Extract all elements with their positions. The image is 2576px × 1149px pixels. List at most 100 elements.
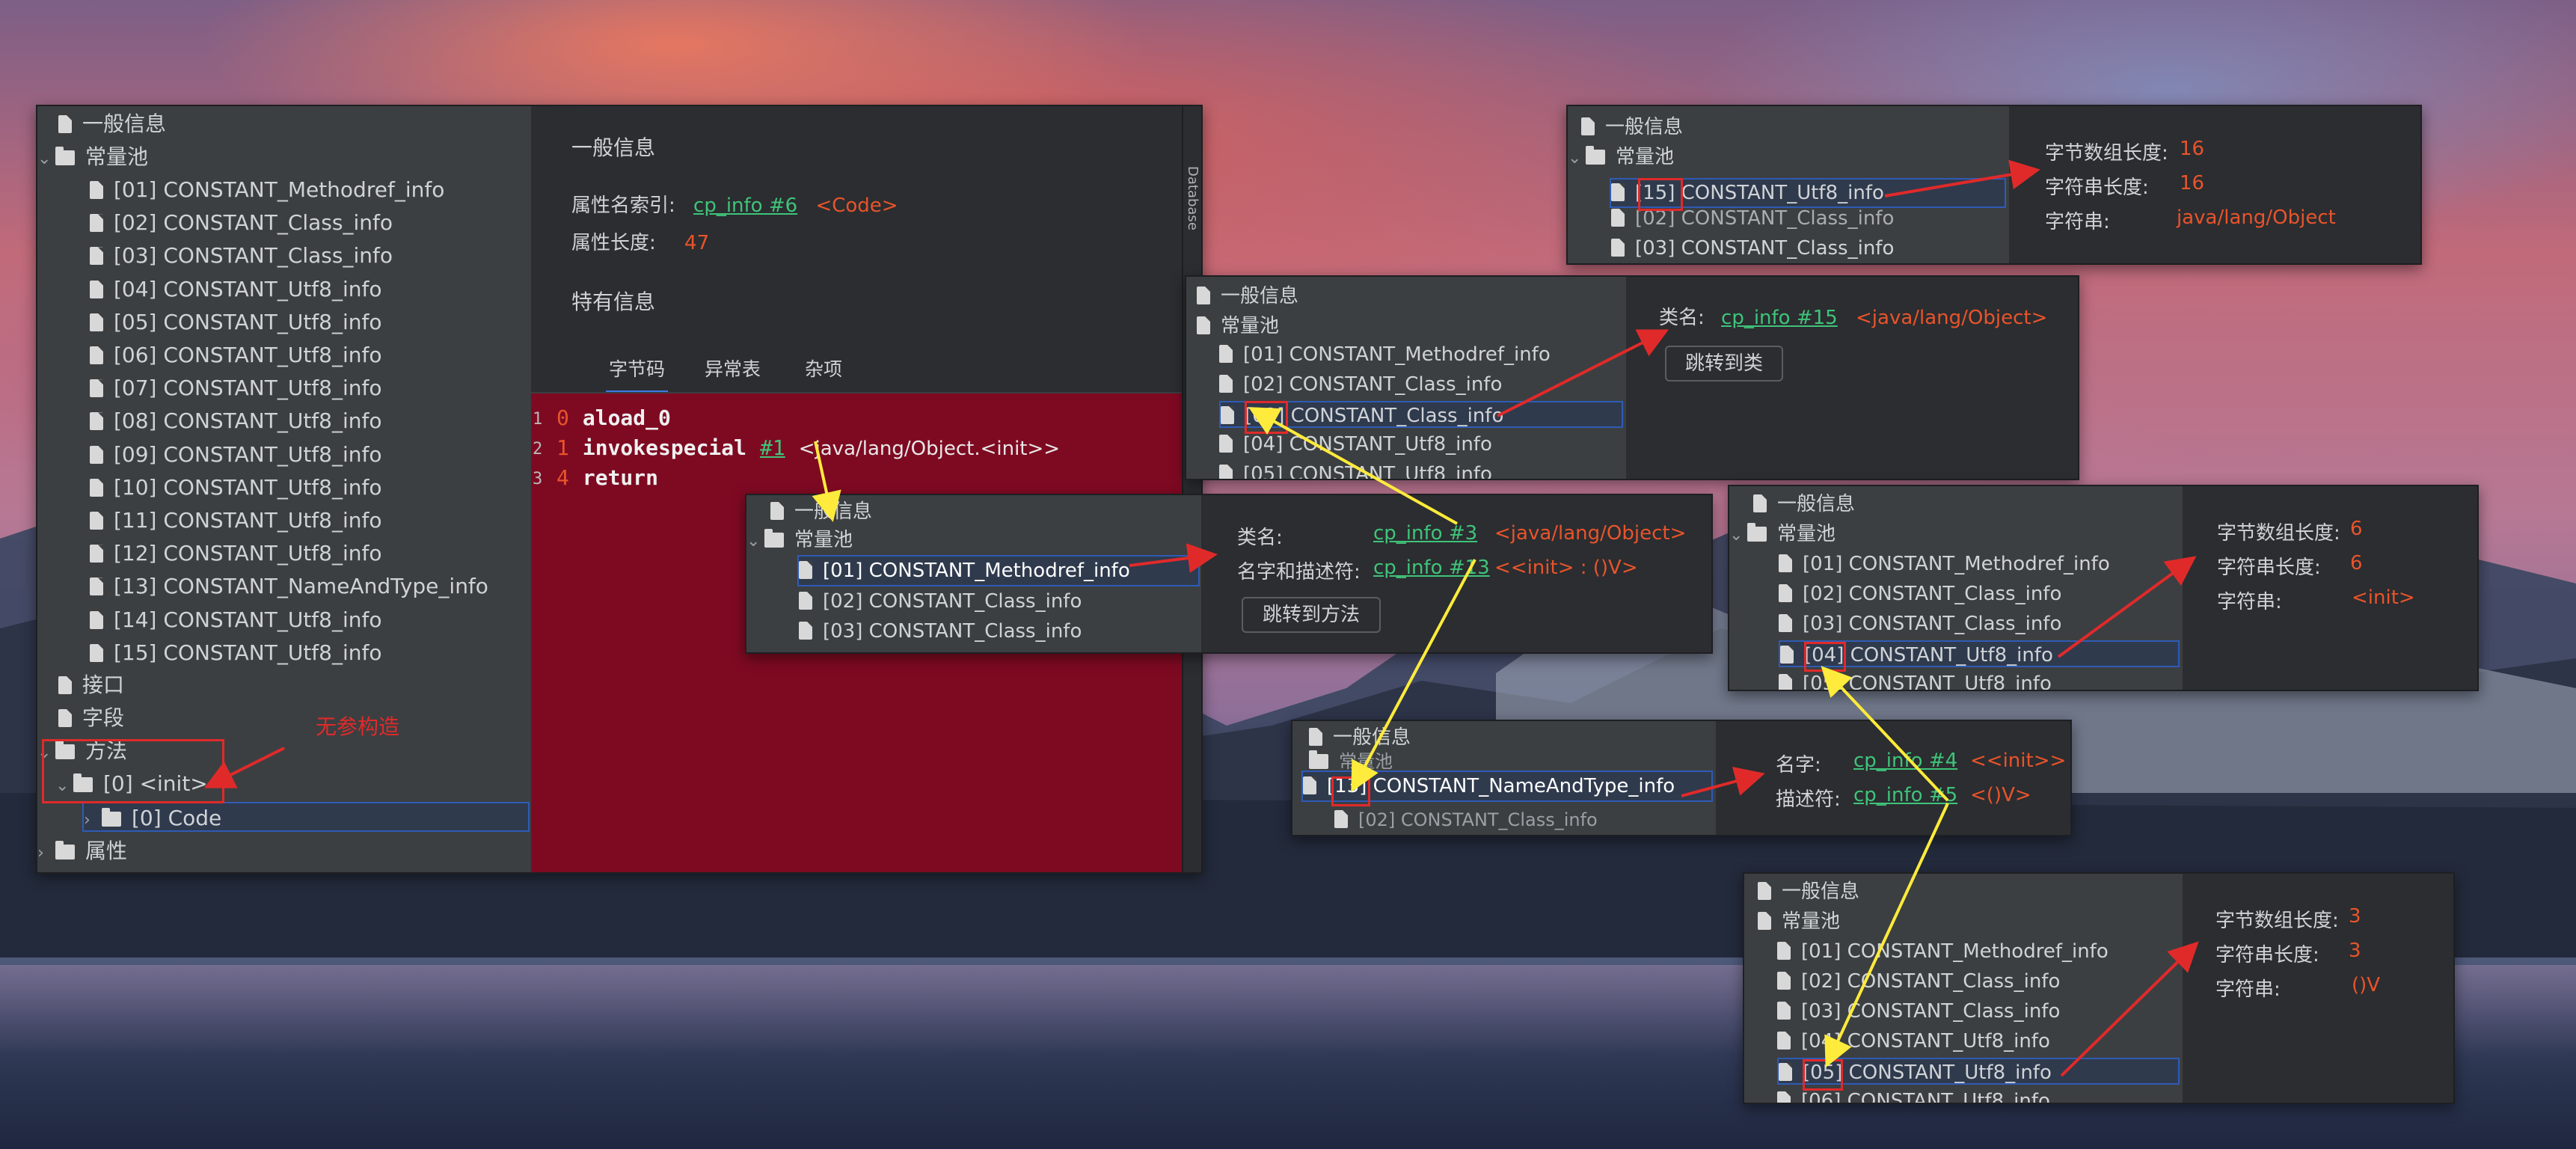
tree-item[interactable]: [09] CONSTANT_Utf8_info [90, 440, 531, 470]
class-name-link[interactable]: cp_info #3 [1373, 522, 1477, 545]
tree-item-03[interactable]: [03] CONSTANT_Class_info [799, 618, 1201, 645]
tree-label: [01] CONSTANT_Methodref_info [823, 560, 1130, 582]
tree-label: [02] CONSTANT_Class_info [823, 590, 1082, 613]
tree-general[interactable]: 一般信息 [58, 109, 531, 139]
file-icon [1777, 1032, 1791, 1050]
tree-label: 常量池 [1616, 146, 1675, 168]
tree-item[interactable]: [03] CONSTANT_Class_info [1779, 610, 2183, 637]
file-icon [90, 181, 103, 199]
tree-item-02[interactable]: [02] CONSTANT_Class_info [1334, 808, 1716, 832]
database-tool-tab[interactable]: Database [1185, 166, 1200, 230]
file-icon [1779, 554, 1792, 572]
operand-link[interactable]: #1 [760, 435, 785, 460]
tree-constant-pool[interactable]: 常量池 [1758, 908, 2183, 935]
tree-item[interactable]: [04] CONSTANT_Utf8_info [1219, 431, 1626, 458]
tree-item[interactable]: [11] CONSTANT_Utf8_info [90, 506, 531, 536]
tree-item[interactable]: [01] CONSTANT_Methodref_info [1779, 551, 2183, 577]
tree-constant-pool[interactable]: ⌄ 常量池 [1729, 521, 2183, 548]
tree-item[interactable]: [12] CONSTANT_Utf8_info [90, 539, 531, 569]
folder-icon [1586, 146, 1605, 165]
file-icon [58, 709, 72, 727]
tree-general[interactable]: 一般信息 [770, 498, 1201, 525]
class-name-link[interactable]: cp_info #15 [1721, 307, 1838, 329]
tree-interfaces[interactable]: 接口 [58, 670, 531, 700]
tree-constant-pool[interactable]: 常量池 [1309, 750, 1716, 772]
side-tool-strip[interactable]: Database [1182, 106, 1201, 872]
tree-item[interactable]: [05] CONSTANT_Utf8_info [90, 307, 531, 337]
tree-label: 一般信息 [794, 500, 873, 523]
tree-item[interactable]: [07] CONSTANT_Utf8_info [90, 373, 531, 403]
tree-item[interactable]: [08] CONSTANT_Utf8_info [90, 406, 531, 436]
tree-general[interactable]: 一般信息 [1309, 724, 1716, 751]
tree-item-02[interactable]: [02] CONSTANT_Class_info [799, 588, 1201, 615]
tree-item[interactable]: [01] CONSTANT_Methodref_info [1777, 938, 2183, 965]
tree-item[interactable]: [10] CONSTANT_Utf8_info [90, 473, 531, 503]
name-and-type-value: <<init> : ()V> [1494, 557, 1638, 579]
file-icon [799, 592, 812, 610]
tree-attributes[interactable]: › 属性 [37, 836, 531, 866]
highlight-index-13 [1331, 776, 1370, 806]
tree-item[interactable]: [04] CONSTANT_Utf8_info [90, 275, 531, 304]
tree-item[interactable]: [14] CONSTANT_Utf8_info [90, 605, 531, 635]
file-icon [770, 502, 784, 520]
tree-item[interactable]: [05] CONSTANT_Utf8_info [1779, 670, 2183, 690]
tree-item[interactable]: [03] CONSTANT_Class_info [1777, 998, 2183, 1025]
tree-item[interactable]: [02] CONSTANT_Class_info [1779, 580, 2183, 607]
tree-item[interactable]: [01] CONSTANT_Methodref_info [1219, 341, 1626, 368]
tree-item-01[interactable]: [01] CONSTANT_Methodref_info [797, 555, 1200, 586]
tree-item[interactable]: [02] CONSTANT_Class_info [90, 208, 531, 238]
tab-exception-table[interactable]: 异常表 [705, 355, 761, 382]
tab-bytecode[interactable]: 字节码 [605, 355, 669, 393]
file-icon [1779, 614, 1792, 632]
tree-general[interactable]: 一般信息 [1753, 491, 2183, 518]
descriptor-link[interactable]: cp_info #5 [1853, 784, 1957, 806]
jump-to-method-button[interactable]: 跳转到方法 [1242, 597, 1381, 633]
file-icon [90, 280, 103, 298]
attr-name-index-label: 属性名索引: [571, 194, 675, 217]
attr-length-label: 属性长度: [571, 232, 656, 254]
tree-item[interactable]: [01] CONSTANT_Methodref_info [90, 175, 531, 205]
class-name-label: 类名: [1237, 527, 1283, 549]
tree-general[interactable]: 一般信息 [1581, 114, 2009, 141]
tree-item[interactable]: [04] CONSTANT_Utf8_info [1777, 1028, 2183, 1055]
tree-label: [09] CONSTANT_Utf8_info [114, 441, 382, 467]
tree-item[interactable]: [03] CONSTANT_Class_info [90, 241, 531, 271]
file-icon [90, 214, 103, 233]
name-link[interactable]: cp_info #4 [1853, 750, 1957, 772]
file-icon [1611, 209, 1625, 227]
tree-constant-pool[interactable]: ⌄ 常量池 [746, 527, 1201, 554]
tree-item-03[interactable]: [03] CONSTANT_Class_info [1611, 235, 2009, 262]
tab-misc[interactable]: 杂项 [805, 355, 842, 382]
tree-item[interactable]: [13] CONSTANT_NameAndType_info [90, 572, 531, 601]
file-icon [90, 445, 103, 464]
code-line: 1 invokespecial #1 <java/lang/Object.<init>… [556, 435, 1060, 460]
file-icon [1777, 972, 1791, 990]
tree-constant-pool[interactable]: ⌄ 常量池 [1568, 144, 2009, 171]
bytes-length-label: 字节数组长度: [2045, 142, 2168, 165]
attr-name-index-link[interactable]: cp_info #6 [693, 194, 797, 217]
tree-item[interactable]: [15] CONSTANT_Utf8_info [90, 638, 531, 668]
tree-item[interactable]: [06] CONSTANT_Utf8_info [90, 340, 531, 370]
file-icon [799, 561, 812, 579]
tree-label: 属性 [85, 839, 128, 863]
line-number: 1 [533, 410, 543, 429]
jump-to-class-button[interactable]: 跳转到类 [1665, 346, 1783, 382]
bytes-length-value: 3 [2349, 905, 2361, 928]
name-and-type-link[interactable]: cp_info #13 [1373, 557, 1490, 579]
tree-fields[interactable]: 字段 [58, 703, 531, 733]
tree-general[interactable]: 一般信息 [1758, 878, 2183, 905]
tree-item[interactable]: [02] CONSTANT_Class_info [1777, 968, 2183, 995]
tree-general[interactable]: 一般信息 [1197, 283, 1626, 310]
file-icon [90, 577, 103, 596]
tree-item[interactable]: [05] CONSTANT_Utf8_info [1219, 461, 1626, 480]
class-name-label: 类名: [1659, 307, 1705, 329]
file-icon [58, 115, 72, 133]
tree-constant-pool[interactable]: ⌄ 常量池 [37, 142, 531, 172]
tree-label: 一般信息 [1605, 116, 1684, 138]
tree-code[interactable]: › [0] Code [82, 802, 530, 832]
tree-label: [05] CONSTANT_Utf8_info [1243, 463, 1492, 480]
file-icon [90, 643, 103, 662]
tree-constant-pool[interactable]: 常量池 [1197, 313, 1626, 340]
tree-item[interactable]: [02] CONSTANT_Class_info [1219, 371, 1626, 398]
tree-label: [05] CONSTANT_Utf8_info [114, 309, 382, 334]
